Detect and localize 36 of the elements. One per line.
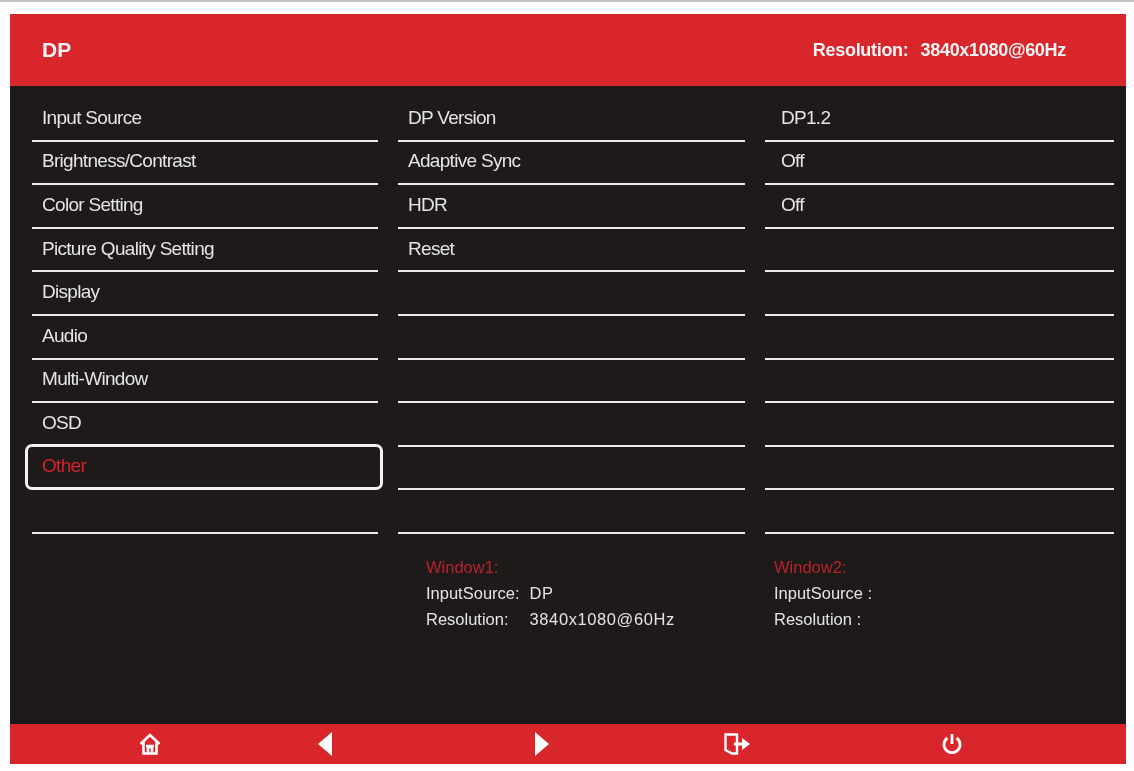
- setting-value: Off: [765, 185, 1114, 229]
- submenu-item[interactable]: Reset: [398, 228, 745, 273]
- menu-item[interactable]: OSD: [32, 403, 378, 447]
- menu-item[interactable]: Brightness/Contrast: [32, 141, 378, 186]
- menu-item[interactable]: Picture Quality Setting: [32, 228, 378, 273]
- right-triangle-icon: [535, 732, 549, 756]
- next-button[interactable]: [535, 732, 549, 756]
- submenu-item[interactable]: HDR: [398, 185, 745, 229]
- exit-icon: [724, 733, 750, 755]
- power-icon: [942, 733, 962, 755]
- power-button[interactable]: [942, 733, 962, 755]
- submenu-item[interactable]: Adaptive Sync: [398, 141, 745, 186]
- window-title: Window2:: [774, 556, 847, 578]
- info-value: 3840x1080@60Hz: [529, 608, 675, 630]
- info-label: InputSource :: [774, 582, 873, 604]
- submenu-item[interactable]: DP Version: [398, 98, 745, 142]
- menu-item[interactable]: Audio: [32, 315, 378, 360]
- left-triangle-icon: [318, 732, 332, 756]
- resolution-label: Resolution:: [812, 39, 909, 61]
- info-label: InputSource:: [426, 582, 520, 604]
- input-title: DP: [42, 38, 72, 62]
- menu-item[interactable]: Multi-Window: [32, 359, 378, 404]
- info-label: Resolution:: [426, 608, 510, 630]
- menu-item[interactable]: Display: [32, 272, 378, 316]
- window-title: Window1:: [426, 556, 499, 578]
- home-button[interactable]: [139, 733, 161, 755]
- menu-item[interactable]: Color Setting: [32, 185, 378, 229]
- previous-button[interactable]: [318, 732, 332, 756]
- exit-button[interactable]: [724, 733, 750, 755]
- home-icon: [139, 733, 161, 755]
- info-value: DP: [529, 582, 555, 604]
- setting-value: DP1.2: [765, 98, 1114, 142]
- resolution-value: 3840x1080@60Hz: [920, 39, 1066, 61]
- menu-item[interactable]: Input Source: [32, 98, 378, 142]
- info-label: Resolution :: [774, 608, 863, 630]
- setting-value: Off: [765, 141, 1114, 186]
